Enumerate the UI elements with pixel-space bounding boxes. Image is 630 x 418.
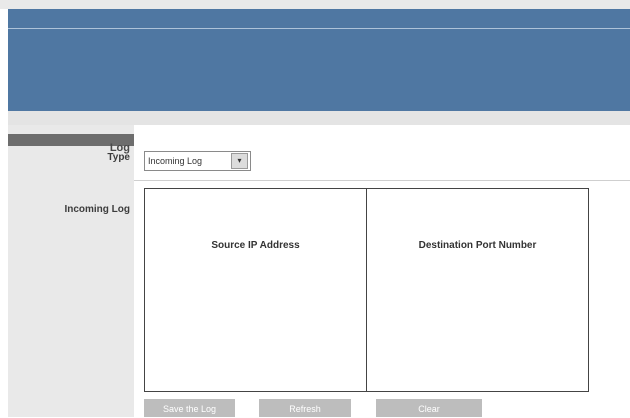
log-table: Source IP Address Destination Port Numbe…: [144, 188, 589, 392]
column-header-source-ip: Source IP Address: [211, 240, 300, 251]
left-panel: [8, 125, 134, 417]
nav-strip: [8, 111, 630, 125]
column-header-destination-port: Destination Port Number: [418, 240, 537, 251]
header-stripe: [8, 9, 630, 29]
incoming-log-label: Incoming Log: [64, 204, 130, 215]
top-bar: [0, 0, 630, 9]
destination-port-column: Destination Port Number: [366, 189, 588, 391]
divider: [134, 180, 630, 181]
log-type-select-value: Incoming Log: [148, 156, 203, 166]
type-label: Type: [107, 152, 130, 163]
save-log-button[interactable]: Save the Log: [144, 399, 235, 417]
button-row: Save the Log Refresh Clear: [144, 399, 630, 417]
section-title-bar: Log: [8, 134, 134, 154]
clear-button[interactable]: Clear: [376, 399, 482, 417]
incoming-log-label-wrap: Incoming Log: [8, 199, 134, 217]
source-ip-column: Source IP Address: [145, 189, 366, 391]
log-type-select[interactable]: Incoming Log ▾: [144, 151, 251, 171]
chevron-down-icon[interactable]: ▾: [231, 153, 248, 169]
refresh-button[interactable]: Refresh: [259, 399, 351, 417]
header-banner: [8, 29, 630, 111]
